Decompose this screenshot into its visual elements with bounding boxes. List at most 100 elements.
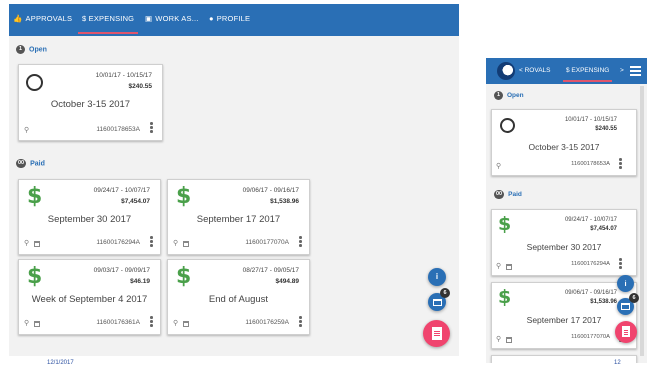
phone-top-navigation-bar: < ROVALS $ EXPENSING > bbox=[486, 58, 647, 84]
location-pin-icon: ⚲ bbox=[173, 320, 179, 327]
calendar-icon bbox=[506, 264, 512, 270]
card-count-badge: 6 bbox=[440, 288, 450, 298]
date-range: 09/03/17 - 09/09/17 bbox=[93, 267, 150, 274]
dollar-icon: $ bbox=[498, 213, 512, 235]
more-options-icon[interactable] bbox=[619, 258, 623, 270]
page-number: 12 bbox=[614, 360, 621, 366]
chevron-right-icon[interactable]: > bbox=[620, 58, 624, 84]
report-title: Week of September 4 2017 bbox=[31, 294, 148, 305]
open-status-icon bbox=[500, 118, 515, 133]
report-title: October 3-15 2017 bbox=[50, 99, 131, 110]
calendar-icon bbox=[183, 321, 189, 327]
report-title: End of August bbox=[208, 294, 269, 305]
open-count-badge: 1 bbox=[16, 45, 25, 54]
more-options-icon[interactable] bbox=[299, 316, 303, 328]
info-button[interactable]: i bbox=[617, 275, 634, 292]
date-range: 09/24/17 - 10/07/17 bbox=[93, 187, 150, 194]
card-transactions-button[interactable]: 6 bbox=[617, 293, 639, 315]
new-report-button[interactable] bbox=[615, 321, 637, 343]
tab-expensing[interactable]: $ EXPENSING bbox=[562, 58, 613, 84]
report-id: 11600176361A bbox=[96, 319, 140, 326]
tab-approvals[interactable]: < ROVALS bbox=[519, 58, 551, 84]
location-pin-icon: ⚲ bbox=[496, 163, 502, 170]
more-options-icon[interactable] bbox=[150, 122, 154, 134]
expense-card[interactable]: $ 09/24/17 - 10/07/17 $7,454.07 Septembe… bbox=[18, 179, 161, 255]
section-header-paid: 00 Paid bbox=[494, 190, 522, 199]
tab-profile[interactable]: ● PROFILE bbox=[209, 4, 250, 36]
open-count-badge: 1 bbox=[494, 91, 503, 100]
report-title: October 3-15 2017 bbox=[528, 142, 600, 152]
date-range: 10/01/17 - 10/15/17 bbox=[564, 117, 617, 123]
tab-work-as[interactable]: ▣ WORK AS... bbox=[145, 4, 199, 36]
expense-reports-list: 1 Open 10/01/17 - 10/15/17 $240.55 Octobe… bbox=[9, 36, 459, 356]
dollar-icon: $ bbox=[27, 264, 43, 289]
section-header-open: 1 Open bbox=[16, 45, 47, 54]
calendar-icon bbox=[506, 337, 512, 343]
amount: $1,538.96 bbox=[590, 299, 617, 305]
info-button[interactable]: i bbox=[428, 268, 446, 286]
report-title: September 30 2017 bbox=[47, 214, 132, 225]
expense-card[interactable]: $ 09/06/17 - 09/16/17 $1,538.96 Septembe… bbox=[491, 282, 637, 349]
calendar-icon bbox=[183, 241, 189, 247]
dollar-icon: $ bbox=[176, 264, 192, 289]
amount: $7,454.07 bbox=[590, 226, 617, 232]
location-pin-icon: ⚲ bbox=[496, 263, 502, 270]
expense-card[interactable]: $ 09/03/17 - 09/09/17 $46.19 Week of Sep… bbox=[18, 259, 161, 335]
scrollbar[interactable] bbox=[640, 86, 644, 356]
date-range: 10/01/17 - 10/15/17 bbox=[95, 72, 152, 79]
report-id: 11600176294A bbox=[571, 261, 610, 267]
amount: $240.55 bbox=[595, 126, 617, 132]
expense-card[interactable]: $ 08/27/17 - 09/05/17 $494.89 End of Aug… bbox=[167, 259, 310, 335]
document-icon bbox=[432, 327, 442, 340]
tablet-screen: 👍 APPROVALS $ EXPENSING ▣ WORK AS... ● PROF… bbox=[9, 4, 459, 356]
report-id: 11600178653A bbox=[571, 161, 610, 167]
card-transactions-button[interactable]: 6 bbox=[428, 288, 450, 311]
top-navigation-bar: 👍 APPROVALS $ EXPENSING ▣ WORK AS... ● PROF… bbox=[9, 4, 459, 36]
amount: $494.89 bbox=[275, 278, 300, 285]
hamburger-menu-icon[interactable] bbox=[630, 66, 641, 78]
more-options-icon[interactable] bbox=[150, 236, 154, 248]
location-pin-icon: ⚲ bbox=[24, 320, 30, 327]
app-logo bbox=[497, 62, 515, 80]
location-pin-icon: ⚲ bbox=[24, 240, 30, 247]
expense-card[interactable]: 10/01/17 - 10/15/17 $240.55 October 3-15… bbox=[18, 64, 163, 141]
expense-card[interactable]: 10/01/17 - 10/15/17 $240.55 October 3-15… bbox=[491, 109, 637, 176]
tab-approvals[interactable]: 👍 APPROVALS bbox=[13, 4, 72, 36]
thumbs-up-icon: 👍 bbox=[13, 14, 23, 23]
report-title: September 30 2017 bbox=[526, 242, 602, 252]
report-title: September 17 2017 bbox=[196, 214, 281, 225]
report-title: September 17 2017 bbox=[526, 315, 602, 325]
document-icon bbox=[622, 326, 630, 337]
amount: $1,538.96 bbox=[270, 198, 299, 205]
more-options-icon[interactable] bbox=[299, 236, 303, 248]
amount: $46.19 bbox=[130, 278, 150, 285]
section-header-open: 1 Open bbox=[494, 91, 524, 100]
location-pin-icon: ⚲ bbox=[173, 240, 179, 247]
date-range: 08/27/17 - 09/05/17 bbox=[242, 267, 299, 274]
location-pin-icon: ⚲ bbox=[496, 336, 502, 343]
location-pin-icon: ⚲ bbox=[24, 127, 30, 134]
briefcase-icon: ▣ bbox=[145, 14, 153, 23]
footer-date: 12/1/2017 bbox=[47, 360, 74, 366]
date-range: 09/06/17 - 09/16/17 bbox=[564, 290, 617, 296]
report-id: 11600177070A bbox=[245, 239, 289, 246]
card-count-badge: 6 bbox=[629, 293, 639, 303]
section-header-paid: 00 Paid bbox=[16, 159, 45, 168]
person-icon: ● bbox=[209, 14, 214, 23]
phone-screen: < ROVALS $ EXPENSING > 1 Open 10/01/17 - … bbox=[486, 58, 647, 363]
amount: $7,454.07 bbox=[121, 198, 150, 205]
tab-expensing[interactable]: $ EXPENSING bbox=[77, 4, 139, 36]
calendar-icon bbox=[34, 241, 40, 247]
credit-card-icon bbox=[621, 303, 630, 310]
open-status-icon bbox=[26, 74, 43, 91]
report-id: 11600176259A bbox=[245, 319, 289, 326]
date-range: 09/06/17 - 09/16/17 bbox=[242, 187, 299, 194]
date-range: 09/24/17 - 10/07/17 bbox=[564, 217, 617, 223]
more-options-icon[interactable] bbox=[619, 158, 623, 170]
credit-card-icon bbox=[433, 299, 442, 306]
expense-card[interactable]: $ 09/06/17 - 09/16/17 $1,538.96 Septembe… bbox=[167, 179, 310, 255]
more-options-icon[interactable] bbox=[150, 316, 154, 328]
new-report-button[interactable] bbox=[423, 320, 450, 347]
expense-card[interactable]: $ 09/24/17 - 10/07/17 $7,454.07 Septembe… bbox=[491, 209, 637, 276]
dollar-icon: $ bbox=[176, 184, 192, 209]
